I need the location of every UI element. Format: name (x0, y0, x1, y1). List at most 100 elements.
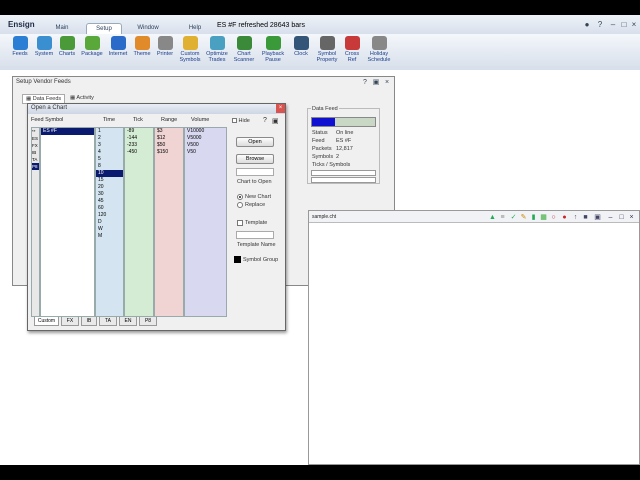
tool-optimize-trades[interactable]: Optimize Trades (205, 36, 229, 68)
chart-restore-icon[interactable]: □ (618, 214, 625, 221)
time-item[interactable]: 4 (96, 149, 123, 156)
tick-item[interactable]: -233 (125, 142, 153, 149)
tool-charts[interactable]: Charts (56, 36, 78, 68)
feed-item[interactable]: IB (32, 149, 39, 156)
range-item[interactable]: $3 (155, 128, 183, 135)
symbol-item[interactable]: ES #F (41, 128, 94, 135)
time-item[interactable]: M (96, 233, 123, 240)
replace-radio[interactable]: Replace (237, 202, 265, 208)
symbol-list[interactable]: ES #F (40, 127, 95, 317)
time-item[interactable]: 120 (96, 212, 123, 219)
lines-tool-icon[interactable]: ≡ (499, 214, 506, 221)
feed-item[interactable]: ** (32, 128, 39, 135)
close-icon[interactable]: × (629, 20, 639, 29)
tool-symbol-property[interactable]: Symbol Property (316, 36, 338, 68)
volume-list[interactable]: V10000 V5000 V500 V50 (184, 127, 227, 317)
symbol-group-toggle[interactable]: Symbol Group (234, 256, 278, 263)
volume-item[interactable]: V10000 (185, 128, 226, 135)
feed-item[interactable]: TA (32, 156, 39, 163)
range-list[interactable]: $3 $12 $50 $150 (154, 127, 184, 317)
dialog-help-icon[interactable]: ? (263, 117, 267, 124)
menu-window[interactable]: Window (134, 23, 162, 34)
vendor-tool-icon[interactable]: ▣ (371, 78, 381, 87)
tick-item[interactable]: -450 (125, 149, 153, 156)
chart-minimize-icon[interactable]: – (607, 214, 614, 221)
chart-to-open-field[interactable] (236, 168, 274, 176)
grid-tool-icon[interactable]: ▦ (540, 214, 547, 221)
time-item[interactable]: 5 (96, 156, 123, 163)
dialog-close-icon[interactable]: × (276, 104, 285, 113)
pointer-tool-icon[interactable]: ↑ (572, 214, 579, 221)
pin-tool-icon[interactable]: ● (561, 214, 568, 221)
time-item[interactable]: 3 (96, 142, 123, 149)
template-name-field[interactable] (236, 231, 274, 239)
tool-theme[interactable]: Theme (132, 36, 152, 68)
tool-internet[interactable]: Internet (106, 36, 130, 68)
time-item[interactable]: 15 (96, 177, 123, 184)
minimize-icon[interactable]: – (608, 20, 618, 29)
check-tool-icon[interactable]: ✓ (510, 214, 517, 221)
bottom-tab-fx[interactable]: FX (61, 317, 79, 326)
feed-item[interactable]: ES (32, 135, 39, 142)
time-item[interactable]: 20 (96, 184, 123, 191)
tool-holiday-schedule[interactable]: Holiday Schedule (366, 36, 392, 68)
volume-item[interactable]: V5000 (185, 135, 226, 142)
volume-item[interactable]: V500 (185, 142, 226, 149)
menu-main[interactable]: Main (50, 23, 74, 34)
hide-checkbox[interactable]: Hide (232, 118, 250, 124)
time-item[interactable]: D (96, 219, 123, 226)
menu-setup[interactable]: Setup (86, 23, 122, 34)
menu-help[interactable]: Help (184, 23, 206, 34)
tool-clock[interactable]: Clock (292, 36, 310, 68)
time-item[interactable]: 10 (96, 170, 123, 177)
tab-activity[interactable]: ▦ Activity (70, 95, 94, 101)
time-item[interactable]: 30 (96, 191, 123, 198)
time-item[interactable]: 2 (96, 135, 123, 142)
range-item[interactable]: $12 (155, 135, 183, 142)
chart-close-icon[interactable]: × (628, 214, 635, 221)
tool-package[interactable]: Package (80, 36, 104, 68)
open-button[interactable]: Open (236, 137, 274, 147)
range-item[interactable]: $150 (155, 149, 183, 156)
tick-item[interactable]: -89 (125, 128, 153, 135)
globe-icon[interactable]: ● (582, 20, 592, 29)
bottom-tab-ta[interactable]: TA (99, 317, 117, 326)
chart-settings-icon[interactable]: ▣ (594, 214, 601, 221)
tool-playback-pause[interactable]: Playback Pause (260, 36, 286, 68)
range-item[interactable]: $50 (155, 142, 183, 149)
tool-chart-scanner[interactable]: Chart Scanner (232, 36, 256, 68)
time-item[interactable]: 1 (96, 128, 123, 135)
template-checkbox[interactable]: Template (237, 220, 267, 226)
tool-feeds[interactable]: Feeds (10, 36, 30, 68)
tool-system[interactable]: System (34, 36, 54, 68)
feed-item[interactable]: FX (32, 142, 39, 149)
time-item[interactable]: 60 (96, 205, 123, 212)
vendor-close-icon[interactable]: × (382, 78, 392, 87)
feed-item[interactable]: P8 (32, 163, 39, 170)
time-item[interactable]: 8 (96, 163, 123, 170)
help-icon[interactable]: ? (595, 20, 605, 29)
restore-icon[interactable]: □ (619, 20, 629, 29)
vendor-help-icon[interactable]: ? (360, 78, 370, 87)
tick-list[interactable]: -89 -144 -233 -450 (124, 127, 154, 317)
bars-tool-icon[interactable]: ▮ (530, 214, 537, 221)
feed-list[interactable]: ** ES FX IB TA P8 (31, 127, 40, 317)
circle-tool-icon[interactable]: ○ (550, 214, 557, 221)
bottom-tab-en[interactable]: EN (119, 317, 137, 326)
tool-custom-symbols[interactable]: Custom Symbols (178, 36, 202, 68)
time-item[interactable]: W (96, 226, 123, 233)
draw-tool-icon[interactable]: ▲ (489, 214, 496, 221)
browse-button[interactable]: Browse (236, 154, 274, 164)
tick-item[interactable]: -144 (125, 135, 153, 142)
bottom-tab-custom[interactable]: Custom (34, 317, 59, 326)
bottom-tab-p8[interactable]: P8 (139, 317, 157, 326)
new-chart-radio[interactable]: New Chart (237, 194, 271, 200)
tool-printer[interactable]: Printer (155, 36, 175, 68)
trash-tool-icon[interactable]: ■ (582, 214, 589, 221)
time-item[interactable]: 45 (96, 198, 123, 205)
bottom-tab-ib[interactable]: IB (81, 317, 97, 326)
dialog-settings-icon[interactable]: ▣ (272, 117, 279, 125)
time-list[interactable]: 1 2 3 4 5 8 10 15 20 30 45 60 120 D W M (95, 127, 124, 317)
tool-cross-ref[interactable]: Cross Ref (342, 36, 362, 68)
volume-item[interactable]: V50 (185, 149, 226, 156)
